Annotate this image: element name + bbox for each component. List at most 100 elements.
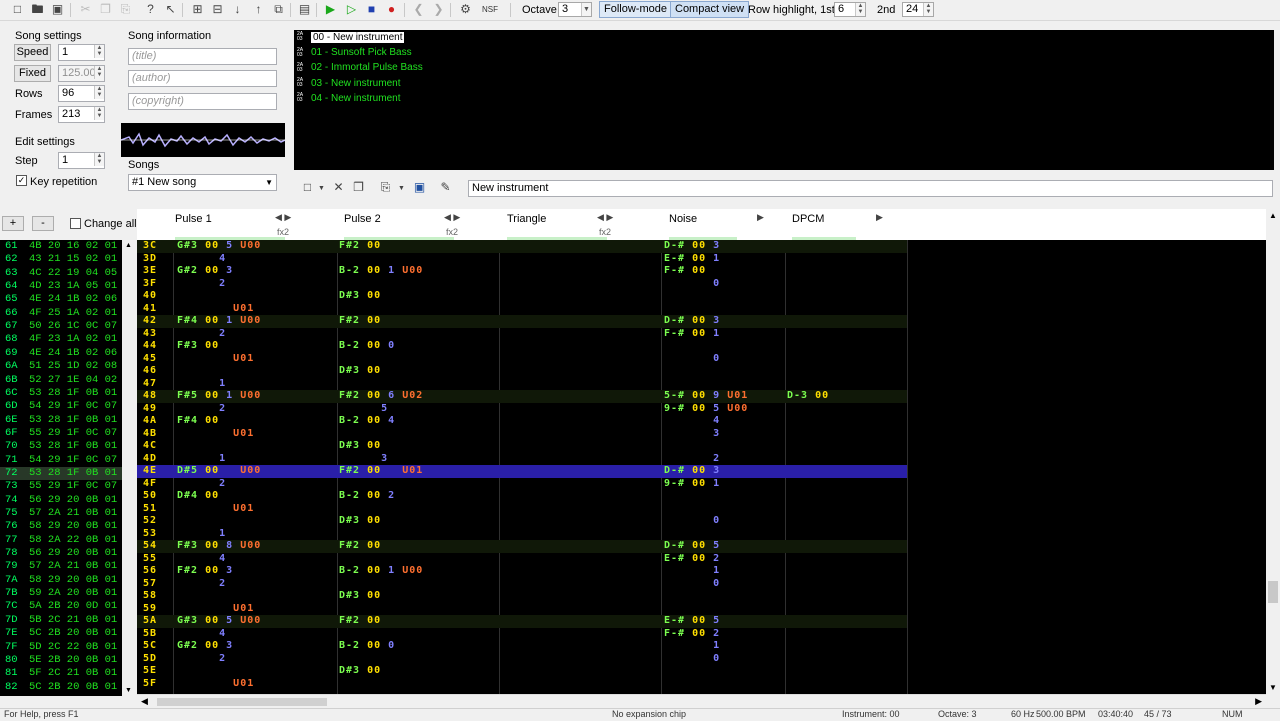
open-folder-icon[interactable]: 🖿 xyxy=(30,2,45,17)
pattern-editor[interactable]: 3C G#3 00 5 U00 F#2 00 D-# 00 3 3D 4 E-# 00 1… xyxy=(137,240,1266,694)
pattern-cell[interactable]: 1 xyxy=(664,565,720,578)
rows-input[interactable]: 96 ▲ ▼ xyxy=(58,85,105,102)
pattern-row[interactable]: 4D 1 3 2 xyxy=(137,453,907,466)
pattern-cell[interactable]: E-# 00 5 xyxy=(664,615,720,628)
frame-row[interactable]: 66 4F 25 1A 02 01 xyxy=(0,307,122,320)
pattern-cell[interactable]: G#2 00 3 xyxy=(177,265,233,278)
frame-row[interactable]: 76 58 29 20 0B 01 xyxy=(0,520,122,533)
frame-row[interactable]: 64 4D 23 1A 05 01 xyxy=(0,280,122,293)
channel-arrows-icon[interactable]: ▶ xyxy=(876,212,883,223)
channel-arrows-icon[interactable]: ◀ ▶ xyxy=(597,212,613,223)
pattern-row[interactable]: 5F U01 xyxy=(137,678,907,691)
pattern-cell[interactable]: U01 xyxy=(177,303,254,316)
chevron-right-icon[interactable]: ▶ xyxy=(1255,696,1262,707)
follow-mode-toggle[interactable]: Follow-mode xyxy=(599,1,672,18)
pattern-cell[interactable]: 2 xyxy=(177,278,226,291)
pattern-cell[interactable]: 2 xyxy=(177,653,226,666)
pattern-row[interactable]: 50 D#4 00 B-2 00 2 xyxy=(137,490,907,503)
frame-row[interactable]: 75 57 2A 21 0B 01 xyxy=(0,507,122,520)
pattern-cell[interactable]: 5 xyxy=(339,403,388,416)
pattern-cell[interactable]: 4 xyxy=(664,415,720,428)
scroll-thumb[interactable] xyxy=(1268,581,1278,603)
song-select[interactable]: #1 New song ▼ xyxy=(128,174,277,191)
copy-icon[interactable]: ❐ xyxy=(98,2,113,17)
frame-row[interactable]: 72 53 28 1F 0B 01 xyxy=(0,466,122,481)
pattern-cell[interactable]: 1 xyxy=(177,453,226,466)
instrument-item[interactable]: 2A 03 02 - Immortal Pulse Bass xyxy=(297,61,423,75)
pattern-cell[interactable]: B-2 00 2 xyxy=(339,490,395,503)
spin-arrows-icon[interactable]: ▲ ▼ xyxy=(94,86,104,99)
pattern-cell[interactable]: F-# 00 1 xyxy=(664,328,720,341)
channel-fx-columns[interactable]: fx2 xyxy=(599,227,611,237)
edit-instrument-icon[interactable]: ✎ xyxy=(438,180,453,195)
pattern-row[interactable]: 52 D#3 00 0 xyxy=(137,515,907,528)
frame-row[interactable]: 7E 5C 2B 20 0B 01 xyxy=(0,627,122,640)
pattern-row[interactable]: 57 2 0 xyxy=(137,578,907,591)
pattern-cell[interactable]: B-2 00 0 xyxy=(339,640,395,653)
pattern-row[interactable]: 55 4 E-# 00 2 xyxy=(137,553,907,566)
pattern-row[interactable]: 45 U01 0 xyxy=(137,353,907,366)
duplicate-frame-icon[interactable]: ⧉ xyxy=(271,2,286,17)
frame-row[interactable]: 79 57 2A 21 0B 01 xyxy=(0,560,122,573)
remove-frame-button[interactable]: - xyxy=(32,216,54,231)
pattern-cell[interactable]: D#3 00 xyxy=(339,515,381,528)
speed-input[interactable]: 1 ▲ ▼ xyxy=(58,44,105,61)
pattern-row[interactable]: 3C G#3 00 5 U00 F#2 00 D-# 00 3 xyxy=(137,240,907,253)
pattern-cell[interactable]: D-3 00 xyxy=(787,390,829,403)
pattern-cell[interactable]: 1 xyxy=(664,640,720,653)
frame-row[interactable]: 7D 5B 2C 21 0B 01 xyxy=(0,614,122,627)
pattern-cell[interactable]: F#4 00 1 U00 xyxy=(177,315,261,328)
pattern-vertical-scrollbar[interactable]: ▲ ▼ xyxy=(1266,209,1280,694)
frame-row[interactable]: 7B 59 2A 20 0B 01 xyxy=(0,587,122,600)
pattern-row[interactable]: 3E G#2 00 3 B-2 00 1 U00 F-# 00 xyxy=(137,265,907,278)
play-loop-icon[interactable]: ▷ xyxy=(344,2,359,17)
tempo-input[interactable]: 125.00 ▲ ▼ xyxy=(58,65,105,82)
frame-row[interactable]: 68 4F 23 1A 02 01 xyxy=(0,333,122,346)
chevron-down-icon[interactable]: ▼ xyxy=(1269,683,1277,692)
frame-row[interactable]: 6C 53 28 1F 0B 01 xyxy=(0,387,122,400)
frame-list[interactable]: 61 4B 20 16 02 01 62 43 21 15 02 01 63 4C 22 … xyxy=(0,240,136,696)
chevron-down-icon[interactable]: ▼ xyxy=(394,181,409,196)
instrument-item[interactable]: 2A 03 00 - New instrument xyxy=(297,31,405,45)
frame-row[interactable]: 6F 55 29 1F 0C 07 xyxy=(0,427,122,440)
song-title-input[interactable]: (title) xyxy=(128,48,277,65)
frame-row[interactable]: 7A 58 29 20 0B 01 xyxy=(0,574,122,587)
insert-frame-icon[interactable]: ⊞ xyxy=(190,2,205,17)
chevron-up-icon[interactable]: ▲ xyxy=(1269,211,1277,220)
step-input[interactable]: 1 ▲ ▼ xyxy=(58,152,105,169)
remove-frame-icon[interactable]: ⊟ xyxy=(210,2,225,17)
pattern-cell[interactable]: B-2 00 0 xyxy=(339,340,395,353)
frame-row[interactable]: 74 56 29 20 0B 01 xyxy=(0,494,122,507)
frame-row[interactable]: 67 50 26 1C 0C 07 xyxy=(0,320,122,333)
frame-row[interactable]: 69 4E 24 1B 02 06 xyxy=(0,347,122,360)
stop-icon[interactable]: ■ xyxy=(364,2,379,17)
pattern-cell[interactable]: E-# 00 1 xyxy=(664,253,720,266)
chevron-up-icon[interactable]: ▲ xyxy=(125,242,132,249)
pattern-cell[interactable]: D-# 00 3 xyxy=(664,465,720,478)
pattern-row[interactable]: 5A G#3 00 5 U00 F#2 00 E-# 00 5 xyxy=(137,615,907,628)
pattern-row[interactable]: 46 D#3 00 xyxy=(137,365,907,378)
add-instrument-icon[interactable]: □ xyxy=(300,180,315,195)
pattern-cell[interactable]: 2 xyxy=(177,478,226,491)
pattern-cell[interactable]: G#2 00 3 xyxy=(177,640,233,653)
pattern-row[interactable]: 43 2 F-# 00 1 xyxy=(137,328,907,341)
pattern-row[interactable]: 44 F#3 00 B-2 00 0 xyxy=(137,340,907,353)
pattern-cell[interactable]: D-# 00 3 xyxy=(664,240,720,253)
pattern-cell[interactable]: 2 xyxy=(664,453,720,466)
remove-instrument-icon[interactable]: ✕ xyxy=(331,180,346,195)
pattern-cell[interactable]: 9-# 00 1 xyxy=(664,478,720,491)
frame-row[interactable]: 80 5E 2B 20 0B 01 xyxy=(0,654,122,667)
pattern-row[interactable]: 5B 4 F-# 00 2 xyxy=(137,628,907,641)
pattern-row[interactable]: 5D 2 0 xyxy=(137,653,907,666)
instrument-item[interactable]: 2A 03 01 - Sunsoft Pick Bass xyxy=(297,46,412,60)
pattern-cell[interactable]: 5-# 00 9 U01 xyxy=(664,390,748,403)
context-help-icon[interactable]: ↖ xyxy=(163,2,178,17)
previous-song-icon[interactable]: ❮ xyxy=(411,2,426,17)
frame-row[interactable]: 61 4B 20 16 02 01 xyxy=(0,240,122,253)
fixed-tempo-button[interactable]: Fixed xyxy=(14,65,51,82)
instrument-list[interactable]: 2A 03 00 - New instrument 2A 03 01 - Sunsoft … xyxy=(294,30,1274,170)
spin-arrows-icon[interactable]: ▲ ▼ xyxy=(94,107,104,120)
frame-row[interactable]: 77 58 2A 22 0B 01 xyxy=(0,534,122,547)
clone-instrument-icon[interactable]: ❐ xyxy=(351,180,366,195)
pattern-cell[interactable]: U01 xyxy=(177,503,254,516)
